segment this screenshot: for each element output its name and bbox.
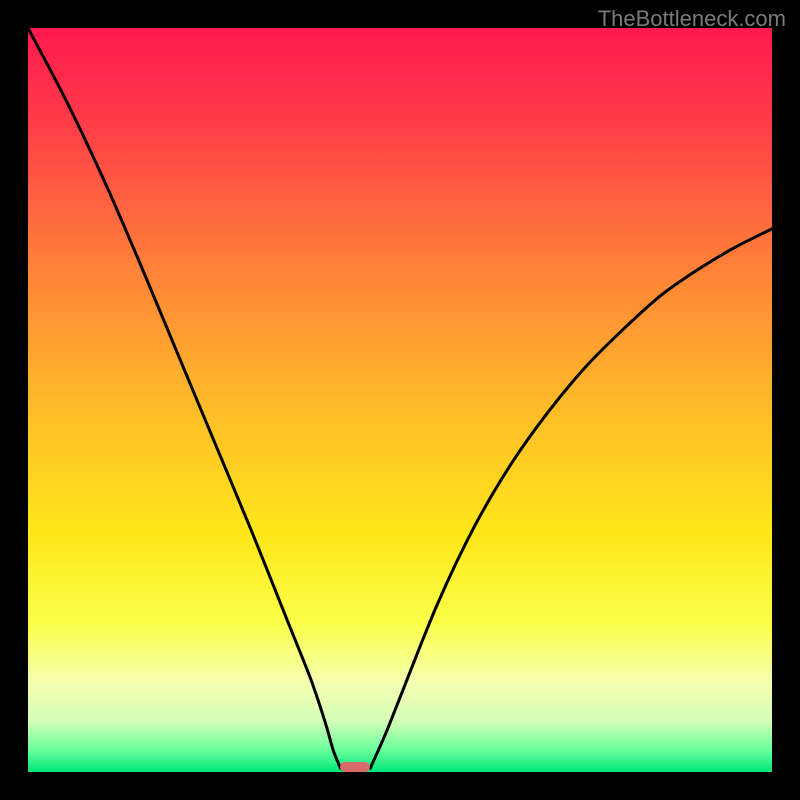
bottleneck-curves	[28, 28, 772, 772]
curve-right-branch	[370, 229, 772, 768]
watermark-text: TheBottleneck.com	[598, 6, 786, 32]
optimal-zone-marker	[340, 762, 370, 772]
curve-left-branch	[28, 28, 340, 768]
plot-area	[28, 28, 772, 772]
